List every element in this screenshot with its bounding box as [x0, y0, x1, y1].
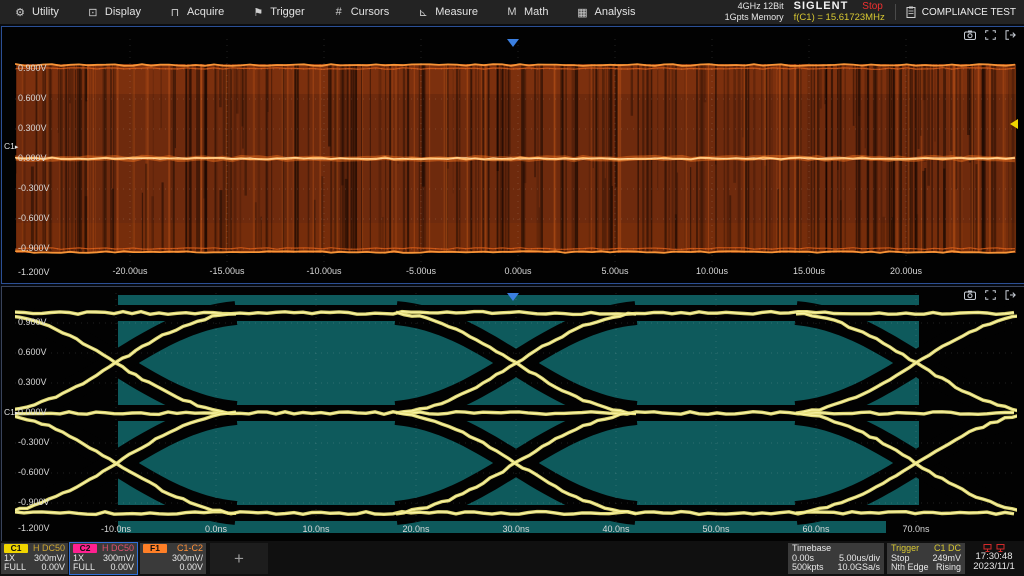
brand-logo: SIGLENT: [794, 1, 849, 12]
menu-analysis[interactable]: ▦ Analysis: [562, 0, 649, 24]
channel-c1-box[interactable]: C1H DC50 1X300mV/ FULL0.00V: [1, 543, 68, 574]
trigger-position-marker[interactable]: [507, 293, 519, 301]
c1-bandwidth: FULL: [4, 563, 26, 573]
menu-utility[interactable]: ⚙ Utility: [0, 0, 73, 24]
camera-icon[interactable]: [964, 30, 976, 40]
trigger-box[interactable]: TriggerC1 DC Stop249mV Nth EdgeRising: [887, 543, 965, 574]
menu-analysis-label: Analysis: [594, 6, 635, 18]
frequency-readout: f(C1) = 15.61723MHz: [794, 12, 885, 23]
exit-window-icon[interactable]: [1005, 290, 1016, 300]
fullscreen-icon[interactable]: [985, 290, 996, 300]
compliance-test-button[interactable]: COMPLIANCE TEST: [895, 4, 1024, 20]
camera-icon[interactable]: [964, 290, 976, 300]
menu-math-label: Math: [524, 6, 548, 18]
fullscreen-icon[interactable]: [985, 30, 996, 40]
clock-date: 2023/11/1: [966, 562, 1022, 572]
oscilloscope-screen: ⚙ Utility ⊡ Display ⊓ Acquire ⚑ Trigger …: [0, 0, 1024, 576]
trigger-type: Nth Edge: [891, 563, 929, 573]
add-channel-box[interactable]: +: [210, 543, 268, 574]
eye-diagram-window: 0.900V0.600V0.300V0.000V-0.300V-0.600V-0…: [1, 286, 1024, 542]
clipboard-icon: [906, 6, 916, 18]
menu-trigger[interactable]: ⚑ Trigger: [238, 0, 318, 24]
timebase-box[interactable]: Timebase 0.00s5.00us/div 500kpts10.0GSa/…: [788, 543, 884, 574]
display-icon: ⊡: [87, 6, 99, 19]
f1-badge: F1: [143, 544, 167, 553]
math-f1-box[interactable]: F1C1-C2 300mV/ 0.00V: [140, 543, 206, 574]
status-bar: C1H DC50 1X300mV/ FULL0.00V C2H DC50 1X3…: [0, 541, 1024, 576]
timebase-rate: 10.0GSa/s: [837, 563, 880, 573]
waveform-window: 0.900V0.600V0.300V0.000V-0.300V-0.600V-0…: [1, 26, 1024, 284]
math-icon: M: [506, 6, 518, 18]
c1-channel-marker[interactable]: C1▸: [4, 141, 18, 151]
f1-offset: 0.00V: [179, 563, 203, 573]
scope-specs: 4GHz 12Bit 1Gpts Memory: [725, 1, 784, 23]
compliance-test-label: COMPLIANCE TEST: [922, 7, 1016, 18]
trigger-level-marker[interactable]: [1010, 119, 1018, 129]
menu-acquire-label: Acquire: [187, 6, 224, 18]
acquire-icon: ⊓: [169, 6, 181, 19]
c2-offset: 0.00V: [110, 563, 134, 573]
bandwidth-spec: 4GHz 12Bit: [725, 1, 784, 12]
window-controls-top: [964, 30, 1016, 40]
flag-icon: ⚑: [252, 6, 264, 19]
brand-block: SIGLENT Stop f(C1) = 15.61723MHz: [794, 1, 885, 23]
menu-utility-label: Utility: [32, 6, 59, 18]
menu-display-label: Display: [105, 6, 141, 18]
trigger-slope: Rising: [936, 563, 961, 573]
timebase-points: 500kpts: [792, 563, 824, 573]
menu-cursors-label: Cursors: [351, 6, 390, 18]
trigger-position-marker[interactable]: [507, 39, 519, 47]
menu-measure-label: Measure: [435, 6, 478, 18]
menu-acquire[interactable]: ⊓ Acquire: [155, 0, 238, 24]
clock-block: 17:30:48 2023/11/1: [966, 543, 1022, 572]
exit-window-icon[interactable]: [1005, 30, 1016, 40]
c1-offset: 0.00V: [41, 563, 65, 573]
menu-cursors[interactable]: # Cursors: [319, 0, 404, 24]
window-controls-bottom: [964, 290, 1016, 300]
memory-spec: 1Gpts Memory: [725, 12, 784, 23]
c2-bandwidth: FULL: [73, 563, 95, 573]
c2-badge: C2: [73, 544, 97, 553]
menu-math[interactable]: M Math: [492, 0, 562, 24]
c1-channel-marker[interactable]: C1▸: [4, 407, 18, 417]
plus-icon: +: [234, 552, 244, 566]
menu-display[interactable]: ⊡ Display: [73, 0, 155, 24]
gear-icon: ⚙: [14, 6, 26, 19]
acquisition-status: Stop: [862, 1, 883, 12]
menu-trigger-label: Trigger: [270, 6, 304, 18]
analysis-icon: ▦: [576, 6, 588, 19]
menu-measure[interactable]: ⊾ Measure: [403, 0, 492, 24]
c1-badge: C1: [4, 544, 28, 553]
menu-bar: ⚙ Utility ⊡ Display ⊓ Acquire ⚑ Trigger …: [0, 0, 1024, 25]
c1-waveform-plot[interactable]: [15, 39, 1017, 279]
measure-icon: ⊾: [417, 6, 429, 19]
channel-c2-box[interactable]: C2H DC50 1X300mV/ FULL0.00V: [70, 543, 137, 574]
c1-eye-diagram-plot[interactable]: [15, 293, 1017, 533]
cursors-icon: #: [333, 6, 345, 18]
